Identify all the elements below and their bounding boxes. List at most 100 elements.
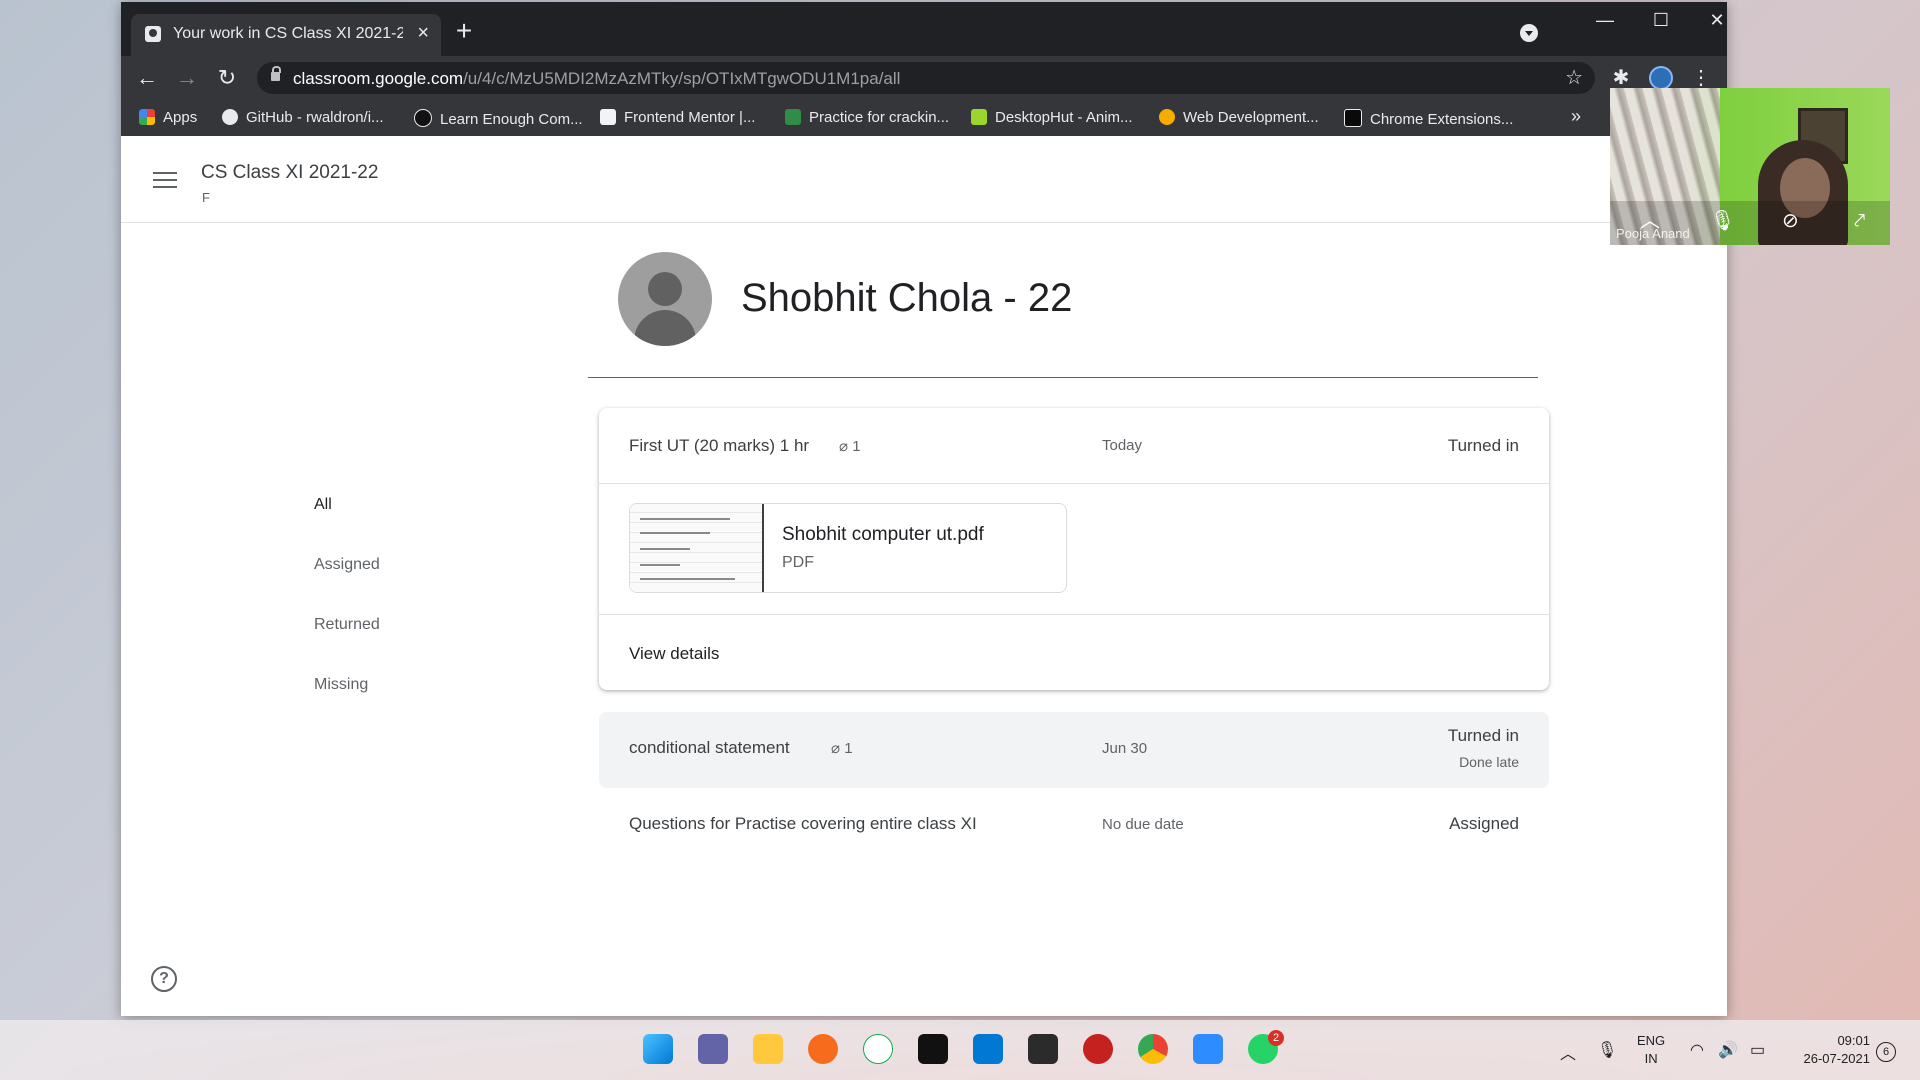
class-name[interactable]: CS Class XI 2021-22 bbox=[201, 162, 378, 184]
paperclip-icon: ⌀ bbox=[831, 740, 841, 757]
tab-active[interactable]: Your work in CS Class XI 2021-22 × bbox=[131, 14, 441, 56]
github-icon bbox=[222, 109, 238, 125]
assignment-title[interactable]: First UT (20 marks) 1 hr bbox=[629, 436, 809, 456]
postman-icon[interactable] bbox=[808, 1034, 838, 1064]
student-name: Shobhit Chola - 22 bbox=[741, 276, 1073, 320]
dev-icon bbox=[1344, 109, 1362, 127]
camera-off-icon[interactable]: ⊘ bbox=[1782, 208, 1799, 233]
url-text[interactable]: classroom.google.com/u/4/c/MzU5MDI2MzAzM… bbox=[293, 69, 900, 89]
class-header: CS Class XI 2021-22 F bbox=[121, 136, 1727, 223]
assignment-date: Today bbox=[1102, 437, 1143, 454]
bookmark-apps[interactable]: Apps bbox=[139, 109, 197, 126]
volume-icon[interactable]: 🔊 bbox=[1718, 1040, 1738, 1060]
attachment-file[interactable]: Shobhit computer ut.pdf PDF bbox=[629, 503, 1067, 593]
forward-icon[interactable]: → bbox=[173, 64, 201, 92]
tab-search-icon[interactable] bbox=[1520, 24, 1538, 42]
start-windows-icon[interactable] bbox=[643, 1034, 673, 1064]
card-divider bbox=[599, 614, 1549, 615]
tab-title: Your work in CS Class XI 2021-22 bbox=[173, 25, 403, 42]
bookmarks-overflow-button[interactable]: » bbox=[1571, 106, 1581, 127]
lock-icon[interactable] bbox=[271, 66, 281, 81]
tray-overflow-chevron-icon[interactable]: ︿ bbox=[1560, 1040, 1576, 1064]
bookmarks-bar: Apps GitHub - rwaldron/i... Learn Enough… bbox=[121, 100, 1727, 136]
paperclip-icon: ⌀ bbox=[839, 438, 849, 455]
close-tab-icon[interactable]: × bbox=[417, 22, 429, 45]
bookmark-github[interactable]: GitHub - rwaldron/i... bbox=[222, 109, 384, 126]
new-tab-button[interactable]: + bbox=[446, 14, 482, 50]
file-type: PDF bbox=[782, 554, 814, 571]
classroom-favicon-icon bbox=[145, 26, 161, 42]
tab-strip: Your work in CS Class XI 2021-22 × + — ☐… bbox=[121, 2, 1727, 56]
assignment-status: Turned in bbox=[1447, 436, 1519, 455]
card-divider bbox=[599, 483, 1549, 484]
profile-avatar[interactable] bbox=[1649, 66, 1673, 90]
mongodb-compass-icon[interactable] bbox=[863, 1034, 893, 1064]
help-icon[interactable]: ? bbox=[151, 966, 177, 992]
assignment-row[interactable]: Questions for Practise covering entire c… bbox=[599, 790, 1549, 860]
wifi-icon[interactable]: ◠ bbox=[1690, 1040, 1704, 1060]
assignment-row[interactable]: conditional statement ⌀ 1 Jun 30 Turned … bbox=[599, 712, 1549, 788]
bookmark-desktophut[interactable]: DesktopHut - Anim... bbox=[971, 109, 1133, 126]
sticky-notes-icon[interactable] bbox=[1028, 1034, 1058, 1064]
whatsapp-badge: 2 bbox=[1268, 1030, 1284, 1046]
assignment-status: Turned in bbox=[1447, 726, 1519, 745]
reload-icon[interactable]: ↻ bbox=[213, 64, 241, 92]
zoom-icon[interactable] bbox=[1193, 1034, 1223, 1064]
notifications-badge[interactable]: 6 bbox=[1876, 1042, 1896, 1062]
terminal-icon[interactable] bbox=[918, 1034, 948, 1064]
participant-name: Pooja Anand bbox=[1616, 226, 1690, 241]
back-icon[interactable]: ← bbox=[133, 64, 161, 92]
taskbar: 2 ︿ 🎙 ENG IN ◠ 🔊 ▭ 09:01 26-07-2021 6 bbox=[0, 1020, 1920, 1080]
assignment-title: conditional statement bbox=[629, 738, 790, 757]
microphone-icon[interactable]: 🎙 bbox=[1597, 1040, 1617, 1060]
pdf-thumbnail bbox=[630, 504, 764, 592]
filter-all[interactable]: All bbox=[314, 496, 332, 514]
attachment-count: ⌀ 1 bbox=[831, 740, 853, 757]
bookmark-web-dev[interactable]: Web Development... bbox=[1159, 109, 1319, 126]
file-explorer-icon[interactable] bbox=[753, 1034, 783, 1064]
browser-window: Your work in CS Class XI 2021-22 × + — ☐… bbox=[121, 2, 1727, 1016]
system-clock[interactable]: 09:01 26-07-2021 bbox=[1790, 1032, 1871, 1068]
filter-missing[interactable]: Missing bbox=[314, 676, 368, 694]
assignment-date: No due date bbox=[1102, 816, 1184, 833]
pop-out-icon[interactable]: ⤤ bbox=[1854, 210, 1865, 233]
chrome-icon[interactable] bbox=[1138, 1034, 1168, 1064]
battery-icon[interactable]: ▭ bbox=[1750, 1040, 1765, 1060]
bookmark-chrome-extensions[interactable]: Chrome Extensions... bbox=[1344, 109, 1513, 128]
classroom-page: CS Class XI 2021-22 F Shobhit Chola - 22… bbox=[121, 136, 1727, 1016]
learn-enough-icon bbox=[414, 109, 432, 127]
header-divider bbox=[588, 377, 1538, 378]
late-status: Done late bbox=[1459, 754, 1519, 770]
web-dev-icon bbox=[1159, 109, 1175, 125]
teams-chat-icon[interactable] bbox=[698, 1034, 728, 1064]
apps-grid-icon bbox=[139, 109, 155, 125]
assignment-status: Assigned bbox=[1449, 814, 1519, 833]
address-bar[interactable]: classroom.google.com/u/4/c/MzU5MDI2MzAzM… bbox=[257, 62, 1595, 94]
class-section: F bbox=[202, 190, 210, 205]
close-window-button[interactable]: ✕ bbox=[1697, 10, 1737, 31]
main-menu-icon[interactable] bbox=[153, 172, 177, 188]
app-red-icon[interactable] bbox=[1083, 1034, 1113, 1064]
bookmark-practice[interactable]: Practice for crackin... bbox=[785, 109, 949, 126]
video-call-overlay[interactable]: ︿ 🎙 ⊘ ⤤ Pooja Anand bbox=[1610, 88, 1890, 245]
filter-assigned[interactable]: Assigned bbox=[314, 556, 380, 574]
frontend-mentor-icon bbox=[600, 109, 616, 125]
desktophut-icon bbox=[971, 109, 987, 125]
input-language[interactable]: ENG IN bbox=[1637, 1032, 1665, 1068]
bookmark-frontend-mentor[interactable]: Frontend Mentor |... bbox=[600, 109, 755, 126]
practice-icon bbox=[785, 109, 801, 125]
assignment-card-expanded: First UT (20 marks) 1 hr ⌀ 1 Today Turne… bbox=[599, 408, 1549, 690]
assignment-title: Questions for Practise covering entire c… bbox=[629, 814, 977, 833]
minimize-button[interactable]: — bbox=[1585, 10, 1625, 31]
view-details-link[interactable]: View details bbox=[629, 644, 719, 664]
mic-off-icon[interactable]: 🎙 bbox=[1710, 208, 1735, 233]
maximize-button[interactable]: ☐ bbox=[1641, 10, 1681, 31]
browser-toolbar: ← → ↻ classroom.google.com/u/4/c/MzU5MDI… bbox=[121, 56, 1727, 100]
attachment-count: ⌀ 1 bbox=[839, 438, 861, 455]
vscode-icon[interactable] bbox=[973, 1034, 1003, 1064]
bookmark-star-icon[interactable]: ☆ bbox=[1565, 65, 1583, 90]
file-name: Shobhit computer ut.pdf bbox=[782, 524, 984, 545]
filter-returned[interactable]: Returned bbox=[314, 616, 380, 634]
bookmark-learn-enough[interactable]: Learn Enough Com... bbox=[414, 109, 583, 128]
student-avatar bbox=[618, 252, 712, 346]
